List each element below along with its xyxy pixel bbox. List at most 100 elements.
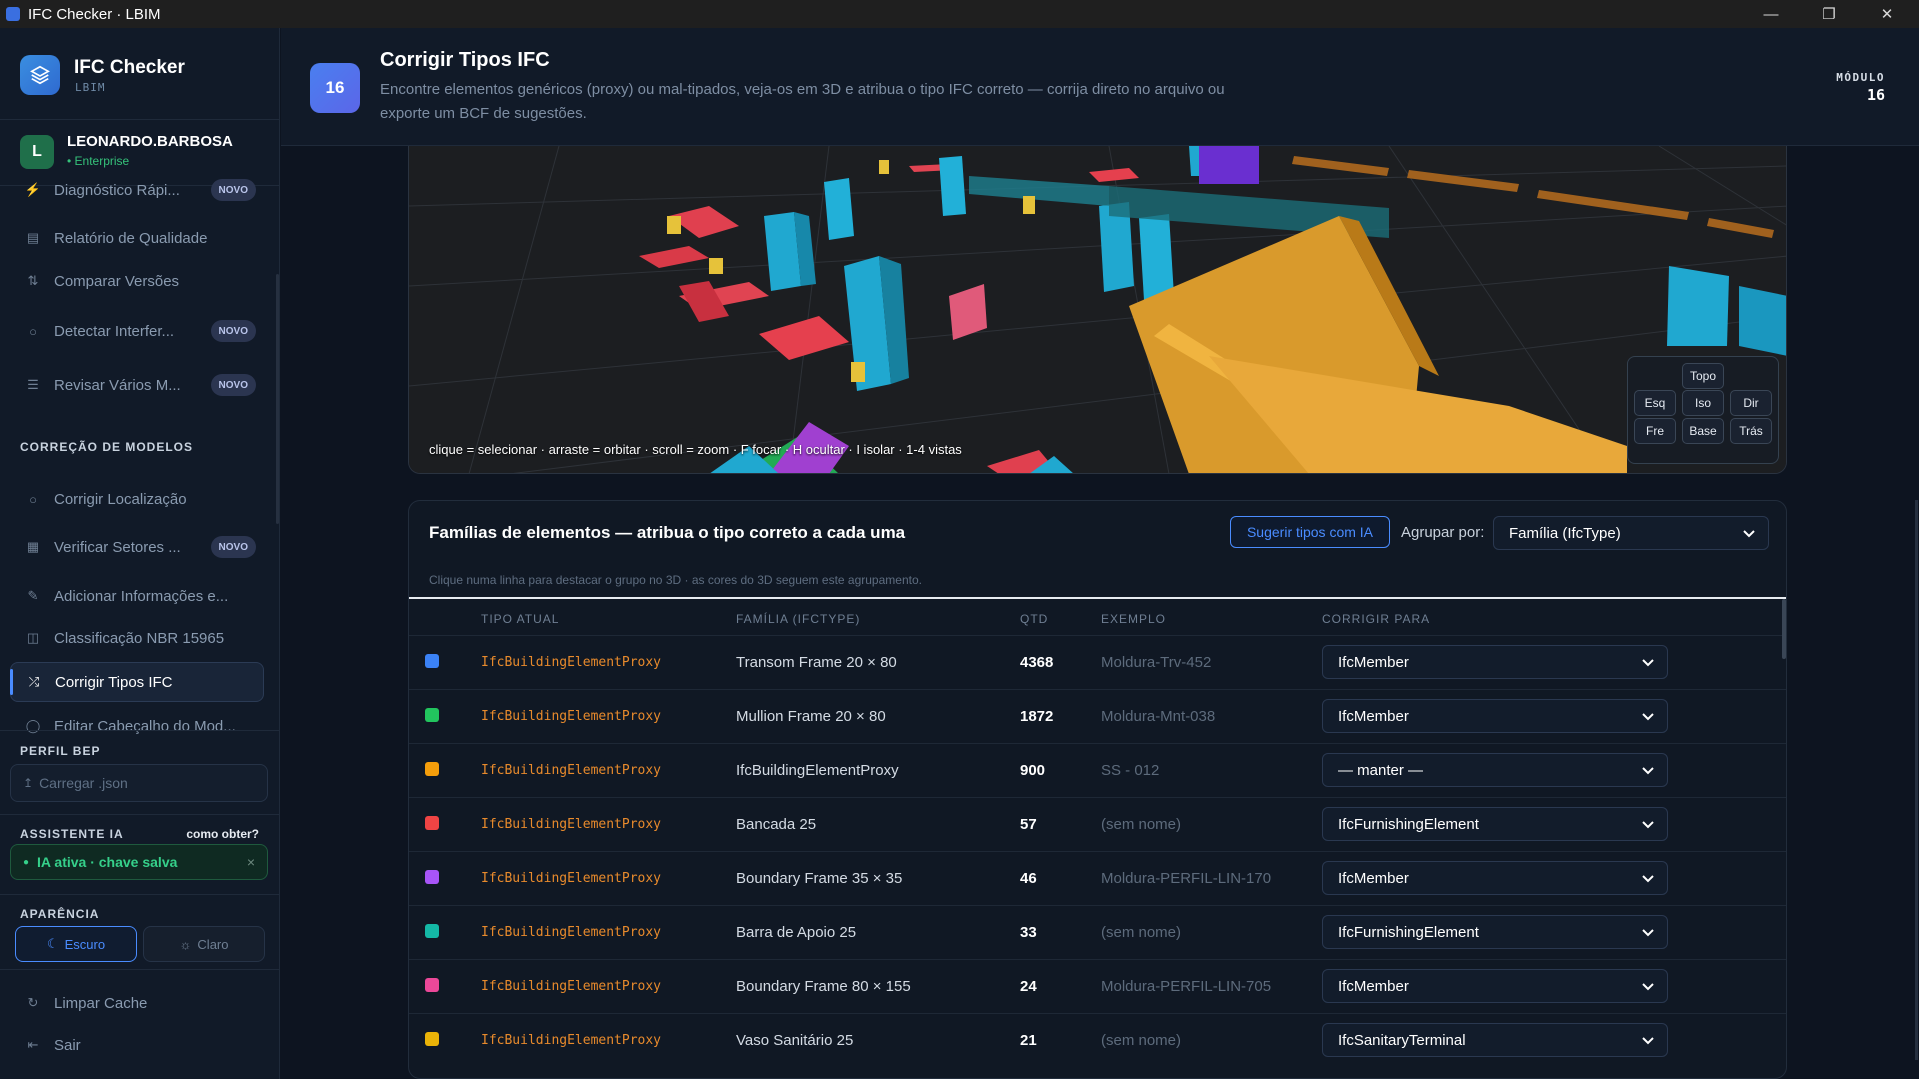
minimize-icon[interactable]: — [1742,0,1800,28]
sidebar-item-editar-cabecalho-do-mod[interactable]: ◯ Editar Cabeçalho do Mod... [10,706,264,746]
families-title: Famílias de elementos — atribua o tipo c… [429,523,906,542]
bep-title: PERFIL BEP [20,744,101,758]
quantity: 57 [1020,816,1037,833]
page-title: Corrigir Tipos IFC [380,49,550,71]
chevron-down-icon [1642,983,1654,991]
table-row[interactable]: IfcBuildingElementProxy IfcBuildingEleme… [409,743,1786,797]
table-scrollbar[interactable] [1782,599,1786,659]
restore-icon[interactable]: ❐ [1800,0,1858,28]
quantity: 21 [1020,1032,1037,1049]
user-plan: • Enterprise [67,154,130,168]
color-swatch [425,1032,439,1046]
suggest-types-button[interactable]: Sugerir tipos com IA [1230,516,1390,548]
fix-type-select[interactable]: IfcMember [1322,861,1668,895]
table-row[interactable]: IfcBuildingElementProxy Boundary Frame 8… [409,959,1786,1013]
nav-label: Revisar Vários M... [54,376,181,394]
sidebar-item-classificacao-nbr-15965[interactable]: ◫ Classificação NBR 15965 [10,618,264,658]
table-row[interactable]: IfcBuildingElementProxy Barra de Apoio 2… [409,905,1786,959]
fix-type-select[interactable]: IfcMember [1322,969,1668,1003]
group-by-label: Agrupar por: [1401,524,1485,541]
fix-type-select[interactable]: — manter — [1322,753,1668,787]
logout-button[interactable]: ⇤ Sair [10,1025,264,1065]
refresh-icon: ↻ [27,995,39,1010]
fix-type-select[interactable]: IfcFurnishingElement [1322,915,1668,949]
view-right-button[interactable]: Dir [1730,390,1772,416]
grid-icon: ▦ [26,539,40,554]
table-row[interactable]: IfcBuildingElementProxy Transom Frame 20… [409,635,1786,689]
database-icon: ◯ [25,718,41,733]
fix-type-select[interactable]: IfcMember [1322,645,1668,679]
nav-label: Comparar Versões [54,272,180,290]
chevron-down-icon [1642,659,1654,667]
sidebar-item-comparar-versoes[interactable]: ⇅ Comparar Versões [10,261,264,301]
assistant-help-link[interactable]: como obter? [186,827,259,841]
example: Moldura-PERFIL-LIN-705 [1101,978,1272,995]
sidebar-item-verificar-setores[interactable]: ▦ Verificar Setores ... NOVO [10,527,264,567]
view-top-button[interactable]: Topo [1682,363,1724,389]
quantity: 33 [1020,924,1037,941]
compare-icon: ⇅ [27,273,39,288]
bep-upload-button[interactable]: ↥ Carregar .json [10,764,268,802]
chevron-down-icon [1642,929,1654,937]
3d-viewer[interactable]: clique = selecionar · arraste = orbitar … [408,146,1787,474]
fix-type-select[interactable]: IfcFurnishingElement [1322,807,1668,841]
sidebar-item-revisar-varios-m[interactable]: ☰ Revisar Vários M... NOVO [10,365,264,405]
app-icon [6,7,20,21]
col-exemplo: EXEMPLO [1101,612,1167,626]
quantity: 4368 [1020,654,1054,671]
fix-type-select[interactable]: IfcMember [1322,699,1668,733]
sidebar-item-diagnostico-rapi[interactable]: ⚡ Diagnóstico Rápi... NOVO [10,170,264,210]
sidebar-scrollbar[interactable] [276,274,279,524]
sidebar-item-corrigir-tipos-ifc[interactable]: ⤮ Corrigir Tipos IFC [10,662,264,702]
remove-key-button[interactable]: × [247,854,255,870]
bolt-icon: ⚡ [24,182,42,197]
color-swatch [425,654,439,668]
group-by-select[interactable]: Família (IfcType) [1493,516,1769,550]
new-badge: NOVO [210,179,256,201]
view-iso-button[interactable]: Iso [1682,390,1724,416]
fix-type-select[interactable]: IfcSanitaryTerminal [1322,1023,1668,1057]
example: Moldura-Mnt-038 [1101,708,1216,725]
avatar: L [20,135,54,169]
families-panel: Famílias de elementos — atribua o tipo c… [408,500,1787,1079]
col-qtd: QTD [1020,612,1049,626]
3d-scene [409,146,1786,473]
logout-label: Sair [54,1036,81,1054]
current-type: IfcBuildingElementProxy [481,817,662,832]
close-icon[interactable]: ✕ [1858,0,1916,28]
fix-type-value: IfcMember [1338,653,1409,671]
quantity: 1872 [1020,708,1054,725]
color-swatch [425,708,439,722]
table-row[interactable]: IfcBuildingElementProxy Mullion Frame 20… [409,689,1786,743]
view-back-button[interactable]: Trás [1730,418,1772,444]
sidebar-item-adicionar-informacoes-e[interactable]: ✎ Adicionar Informações e... [10,576,264,616]
current-type: IfcBuildingElementProxy [481,763,662,778]
nav-label: Classificação NBR 15965 [54,629,225,647]
quantity: 46 [1020,870,1037,887]
divider [0,894,280,895]
sidebar-item-detectar-interfer[interactable]: ○ Detectar Interfer... NOVO [10,311,264,351]
theme-dark-label: Escuro [64,936,106,952]
sidebar-item-corrigir-localizacao[interactable]: ○ Corrigir Localização [10,479,264,519]
table-row[interactable]: IfcBuildingElementProxy Bancada 25 57 (s… [409,797,1786,851]
quantity: 900 [1020,762,1046,779]
current-type: IfcBuildingElementProxy [481,655,662,670]
view-left-button[interactable]: Esq [1634,390,1676,416]
module-badge: 16 [310,63,360,113]
divider [409,597,1786,599]
table-row[interactable]: IfcBuildingElementProxy Vaso Sanitário 2… [409,1013,1786,1067]
current-type: IfcBuildingElementProxy [481,871,662,886]
nav-label: Corrigir Localização [54,490,187,508]
user-name: LEONARDO.BARBOSA [67,133,233,150]
page-scrollbar[interactable] [1915,500,1918,1060]
chevron-down-icon [1743,530,1755,538]
sidebar-item-relatorio-de-qualidade[interactable]: ▤ Relatório de Qualidade [10,218,264,258]
viewer-hint: clique = selecionar · arraste = orbitar … [429,442,962,457]
view-front-button[interactable]: Fre [1634,418,1676,444]
theme-dark-button[interactable]: ☾ Escuro [15,926,137,962]
theme-light-button[interactable]: ☼ Claro [143,926,265,962]
view-base-button[interactable]: Base [1682,418,1724,444]
clear-cache-button[interactable]: ↻ Limpar Cache [10,983,264,1023]
bep-upload-label: Carregar .json [39,775,128,791]
table-row[interactable]: IfcBuildingElementProxy Boundary Frame 3… [409,851,1786,905]
